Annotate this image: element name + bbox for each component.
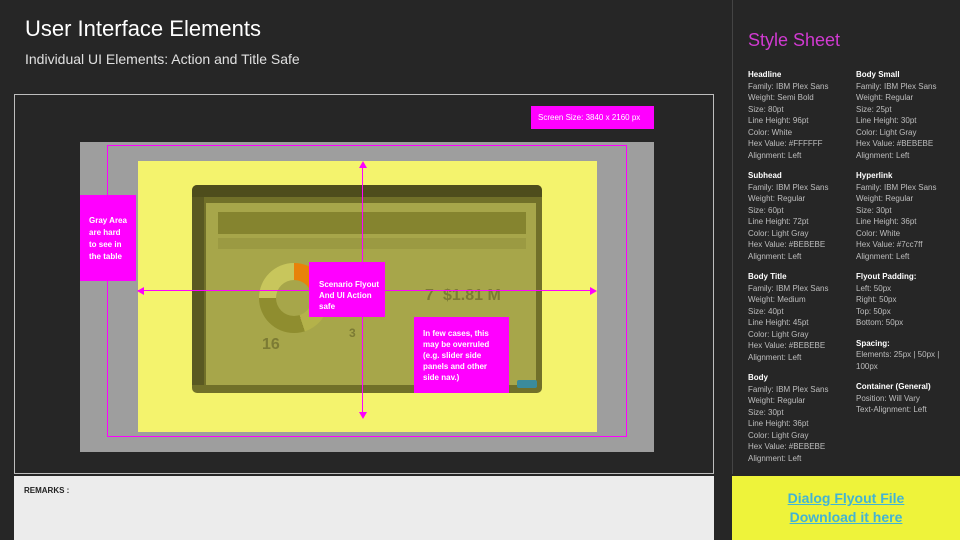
style-group-line: Hex Value: #7cc7ff (856, 240, 923, 249)
mock-donut-hole (276, 280, 312, 316)
arrow-down-icon (359, 412, 367, 419)
style-group-line: Line Height: 72pt (748, 217, 809, 226)
style-group-heading: Subhead (748, 171, 782, 180)
arrow-left-icon (137, 287, 144, 295)
style-group-heading: Spacing: (856, 338, 890, 348)
style-group-line: Line Height: 36pt (748, 419, 809, 428)
mock-alert-banner (218, 212, 526, 234)
style-group-line: Alignment: Left (748, 453, 802, 463)
style-group: Body Small Family: IBM Plex Sans Weight: R… (856, 69, 960, 161)
style-group-line: Alignment: Left (748, 251, 802, 261)
style-group-line: Weight: Semi Bold (748, 93, 814, 102)
style-group-line: Weight: Regular (748, 194, 806, 203)
style-group-line: Family: IBM Plex Sans (856, 182, 937, 192)
style-group-line: Color: Light Gray (748, 228, 809, 238)
arrow-right-icon (590, 287, 597, 295)
page-title: User Interface Elements (25, 16, 261, 41)
remarks-box[interactable] (14, 476, 714, 540)
style-group-line: Text-Alignment: Left (856, 405, 927, 414)
style-group-line: Hex Value: #FFFFFF (748, 139, 823, 148)
scenario-flyout-callout: Scenario Flyout And UI Action safe (309, 262, 385, 317)
style-group: Container (General) Position: Will Vary Te… (856, 381, 960, 416)
style-group-line: Size: 25pt (856, 104, 892, 114)
style-group-line: Family: IBM Plex Sans (748, 81, 829, 91)
style-group-line: Weight: Regular (748, 396, 806, 405)
arrow-up-icon (359, 161, 367, 168)
style-group-line: Alignment: Left (856, 251, 910, 261)
mock-tab-row (218, 238, 526, 249)
style-group-line: Elements: 25px | 50px | (856, 350, 940, 359)
style-group-line: Color: White (856, 228, 901, 238)
style-group-heading: Body Title (748, 272, 787, 281)
style-group: Hyperlink Family: IBM Plex Sans Weight: Re… (856, 170, 960, 262)
mock-action-button (517, 380, 537, 388)
mock-app-topbar (192, 185, 542, 197)
mock-value-left: 16 (262, 336, 280, 353)
style-group-line: Line Height: 30pt (856, 116, 917, 125)
style-group-line: Hex Value: #BEBEBE (856, 139, 934, 148)
style-group-line: Family: IBM Plex Sans (856, 81, 937, 91)
style-group-line: Weight: Regular (856, 93, 914, 102)
style-group-line: Color: White (748, 127, 793, 137)
style-group-line: Alignment: Left (748, 352, 802, 362)
style-group-line: Left: 50px (856, 283, 892, 293)
style-group-line: Color: Light Gray (856, 127, 917, 137)
style-group: Body Title Family: IBM Plex Sans Weight: M… (748, 271, 853, 363)
style-group-line: Color: Light Gray (748, 329, 809, 339)
style-group-line: Bottom: 50px (856, 318, 904, 327)
style-group-line: Size: 30pt (856, 205, 892, 215)
dialog-flyout-file-link[interactable]: Dialog Flyout File (788, 489, 905, 508)
style-group-line: Family: IBM Plex Sans (748, 384, 829, 394)
style-group-line: Family: IBM Plex Sans (748, 283, 829, 293)
page-subtitle: Individual UI Elements: Action and Title… (25, 51, 300, 67)
style-group-line: Line Height: 45pt (748, 318, 809, 327)
style-group-line: Line Height: 36pt (856, 217, 917, 226)
style-group-line: Color: Light Gray (748, 430, 809, 440)
download-box[interactable]: Dialog Flyout File Download it here (732, 476, 960, 540)
style-group-heading: Hyperlink (856, 171, 893, 180)
style-group-line: Line Height: 96pt (748, 116, 809, 125)
style-sheet-title: Style Sheet (748, 30, 841, 50)
style-group-line: Alignment: Left (748, 150, 802, 160)
style-group-line: Right: 50px (856, 295, 897, 304)
style-group-heading: Body Small (856, 70, 900, 79)
style-group-line: Hex Value: #BEBEBE (748, 442, 826, 451)
style-group: Spacing: Elements: 25px | 50px | 100px (856, 338, 960, 373)
style-group-line: Top: 50px (856, 306, 891, 316)
overruled-callout: In few cases, this may be overruled (e.g… (414, 317, 509, 393)
style-group-line: Position: Will Vary (856, 393, 920, 403)
download-it-here-link[interactable]: Download it here (790, 508, 903, 527)
screen-size-callout: Screen Size: 3840 x 2160 px (531, 106, 654, 129)
remarks-label: REMARKS : (24, 486, 70, 495)
style-sheet-right-column: Body Small Family: IBM Plex Sans Weight: R… (856, 69, 960, 425)
style-group-line: Size: 40pt (748, 306, 784, 316)
style-group-line: Weight: Regular (856, 194, 914, 203)
style-group-heading: Headline (748, 70, 782, 79)
style-group-line: Size: 80pt (748, 104, 784, 114)
style-group-line: Weight: Medium (748, 295, 806, 304)
style-group-heading: Flyout Padding: (856, 272, 917, 281)
mock-value-mid: 3 (349, 326, 356, 340)
style-group-line: Size: 60pt (748, 205, 784, 215)
style-group-line: Alignment: Left (856, 150, 910, 160)
style-group-heading: Body (748, 373, 768, 382)
style-group-line: Hex Value: #BEBEBE (748, 240, 826, 249)
style-group: Subhead Family: IBM Plex Sans Weight: Regu… (748, 170, 853, 262)
style-group: Headline Family: IBM Plex Sans Weight: Sem… (748, 69, 853, 161)
style-group-line: 100px (856, 361, 878, 371)
style-group-line: Family: IBM Plex Sans (748, 182, 829, 192)
style-group-line: Size: 30pt (748, 407, 784, 417)
gray-area-callout: Gray Area are hard to see in the table (80, 195, 136, 281)
style-group-line: Hex Value: #BEBEBE (748, 341, 826, 350)
style-group: Body Family: IBM Plex Sans Weight: Regular… (748, 372, 853, 464)
mock-app-sidenav (192, 197, 204, 385)
style-sheet-left-column: Headline Family: IBM Plex Sans Weight: Sem… (748, 69, 853, 473)
style-group-heading: Container (General) (856, 382, 931, 391)
style-group: Flyout Padding: Left: 50px Right: 50px Top:… (856, 271, 960, 329)
